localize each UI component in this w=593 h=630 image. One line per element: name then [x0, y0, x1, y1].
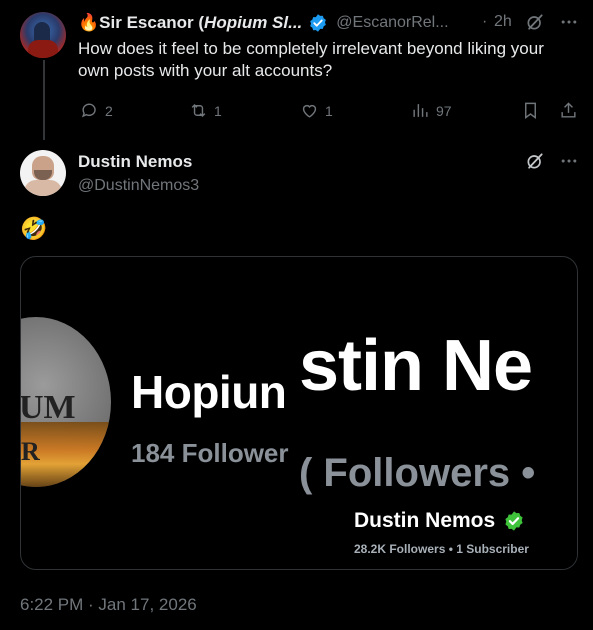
logo-letter2: R	[21, 437, 40, 466]
reply-button[interactable]: 2	[80, 101, 113, 120]
channel-card-stats: 28.2K Followers • 1 Subscriber	[354, 542, 529, 556]
left-channel-followers: 184 Follower	[131, 438, 289, 468]
avatar[interactable]	[20, 150, 66, 196]
tweet-timestamp[interactable]: 6:22 PM · Jan 17, 2026	[20, 595, 197, 615]
share-button[interactable]	[559, 101, 578, 120]
repost-icon	[191, 103, 206, 118]
thread-line	[43, 60, 45, 140]
grok-icon[interactable]	[525, 151, 545, 176]
tweet-time[interactable]: 2h	[494, 13, 512, 31]
reply-icon	[81, 103, 96, 118]
avatar[interactable]	[20, 12, 66, 58]
channel-logo: UM R	[20, 317, 111, 487]
zoom-channel-name: stin Ne	[299, 326, 533, 406]
author-handle[interactable]: @DustinNemos3	[78, 177, 199, 195]
repost-count: 1	[214, 102, 222, 119]
more-options-icon[interactable]	[559, 12, 579, 37]
reply-header: 🔥Sir Escanor (Hopium Sl... @EscanorRel..…	[78, 12, 498, 34]
tweet-text: 🤣	[20, 216, 48, 241]
tweet-dot: ·	[482, 13, 488, 30]
media-image[interactable]: UM R Hopiun 184 Follower stin Ne ( Follo…	[20, 256, 578, 570]
verified-badge-icon	[310, 14, 327, 32]
like-button[interactable]: 1	[300, 101, 333, 120]
more-options-icon[interactable]	[559, 151, 579, 176]
author-name[interactable]: Dustin Nemos	[78, 152, 192, 172]
share-icon	[561, 102, 576, 118]
zoom-followers: ( Followers •	[299, 451, 536, 495]
author-handle[interactable]: @EscanorRel...	[336, 14, 448, 32]
bookmark-icon	[525, 102, 536, 120]
reply-count: 2	[105, 102, 113, 119]
repost-button[interactable]: 1	[189, 101, 222, 120]
views-count: 97	[436, 102, 452, 119]
reply-text: How does it feel to be completely irrele…	[78, 39, 544, 80]
grok-icon[interactable]	[525, 12, 545, 37]
zoomed-panel: stin Ne ( Followers •	[299, 325, 577, 569]
like-count: 1	[325, 102, 333, 119]
views-button[interactable]: 97	[411, 101, 452, 120]
views-icon	[413, 104, 428, 117]
heart-icon	[302, 104, 317, 118]
channel-card-name: Dustin Nemos	[354, 509, 525, 533]
left-channel-name: Hopiun	[131, 366, 287, 418]
logo-letters: UM	[20, 389, 76, 426]
bookmark-button[interactable]	[521, 101, 540, 120]
verified-check-icon	[505, 511, 523, 531]
author-name[interactable]: 🔥Sir Escanor (Hopium Sl...	[78, 13, 302, 33]
